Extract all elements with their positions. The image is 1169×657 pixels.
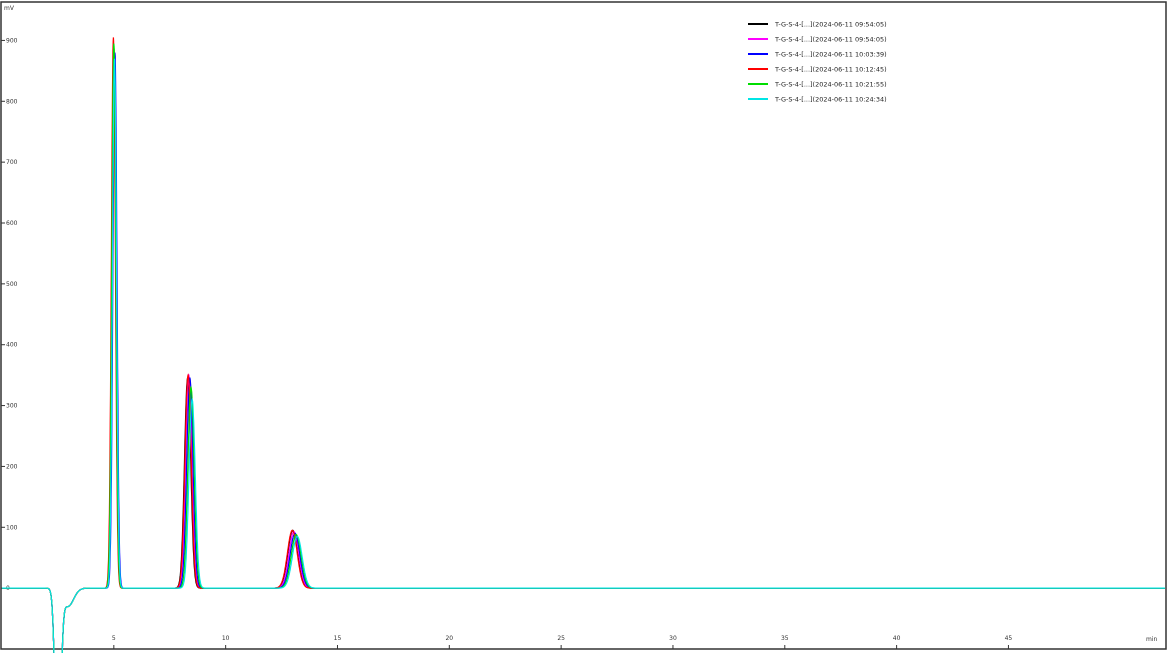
x-tick-label: 35 <box>781 635 789 642</box>
y-tick-label: 300 <box>6 403 18 410</box>
y-tick-label: 800 <box>6 98 18 105</box>
legend-entry: T-G-S-4-[...](2024-06-11 10:12:45) <box>774 66 887 74</box>
x-tick-label: 10 <box>222 635 230 642</box>
y-tick-label: 100 <box>6 524 18 531</box>
y-tick-label: 400 <box>6 342 18 349</box>
y-unit-label: mV <box>4 5 15 12</box>
chromatogram-plot: mV min 0100200300400500600700800900 5 10 1… <box>0 1 1167 657</box>
y-tick-label: 500 <box>6 281 18 288</box>
plot-frame <box>0 1 1167 650</box>
x-unit-label: min <box>1146 636 1158 643</box>
y-tick-label: 700 <box>6 159 18 166</box>
legend-entry: T-G-S-4-[...](2024-06-11 09:54:05) <box>774 36 887 44</box>
y-tick-label: 200 <box>6 463 18 470</box>
x-tick-label: 40 <box>893 635 901 642</box>
y-tick-label: 600 <box>6 220 18 227</box>
x-tick-label: 45 <box>1005 635 1013 642</box>
chromatogram-chart: mV min 0 100 200 300 400 500 600 700 800 900 5 10 1… <box>0 0 1169 657</box>
legend-entry: T-G-S-4-[...](2024-06-11 09:54:05) <box>774 21 887 29</box>
x-tick-label: 30 <box>669 635 677 642</box>
x-tick-label: 5 <box>112 635 116 642</box>
x-tick-label: 20 <box>445 635 453 642</box>
x-tick-label: 15 <box>334 635 342 642</box>
x-tick-label: 25 <box>557 635 565 642</box>
legend-entry: T-G-S-4-[...](2024-06-11 10:03:39) <box>774 51 887 59</box>
legend-entry: T-G-S-4-[...](2024-06-11 10:21:55) <box>774 81 887 89</box>
legend-entry: T-G-S-4-[...](2024-06-11 10:24:34) <box>774 96 887 104</box>
y-tick-label: 900 <box>6 37 18 44</box>
